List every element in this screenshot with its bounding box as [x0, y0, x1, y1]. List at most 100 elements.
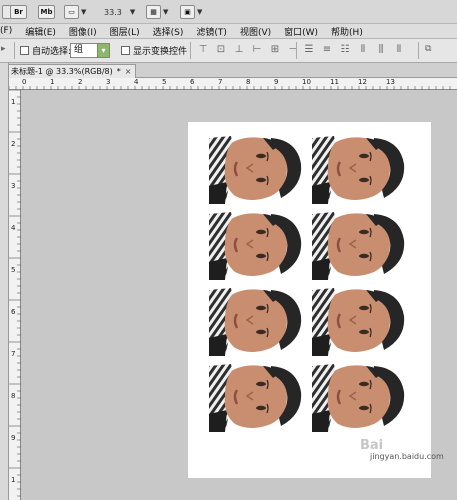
- bridge-label: Br: [14, 8, 23, 16]
- tool-preset-icon[interactable]: ▸: [1, 44, 6, 54]
- menu-select[interactable]: 选择(S): [146, 25, 190, 38]
- show-transform-checkbox[interactable]: [121, 46, 130, 55]
- auto-select-dropdown[interactable]: 组 ▾: [70, 43, 110, 58]
- portrait-image: [209, 210, 304, 280]
- portrait-image: [312, 286, 407, 356]
- auto-select-label: 自动选择:: [32, 47, 72, 57]
- horizontal-ruler[interactable]: 0 1 2 3 4 5 6 7 8 9 10 11 12 13: [9, 78, 457, 90]
- ruler-h-label: 5: [162, 78, 167, 86]
- ruler-h-label: 4: [134, 78, 139, 86]
- portrait-image: [209, 134, 304, 204]
- ruler-v-label: 5: [11, 266, 16, 274]
- ruler-v-label: 3: [11, 182, 16, 190]
- menu-view[interactable]: 视图(V): [233, 25, 277, 38]
- ruler-v-label: 7: [11, 350, 16, 358]
- menu-edit[interactable]: 编辑(E): [18, 25, 62, 38]
- align-left-icon[interactable]: ⊢: [250, 43, 264, 57]
- ruler-v-label: 2: [11, 140, 16, 148]
- menu-layer[interactable]: 图层(L): [103, 25, 146, 38]
- id-photo[interactable]: [312, 210, 407, 280]
- divider: [296, 42, 297, 59]
- divider: [190, 42, 191, 59]
- screen-mode-icon: ▣: [180, 5, 195, 19]
- divider: [14, 42, 15, 59]
- application-bar: Br Mb ▭ ▼ 33.3 ▼ ▦ ▼ ▣ ▼: [0, 0, 457, 24]
- menu-filter[interactable]: 滤镜(T): [189, 25, 233, 38]
- distribute-bottom-icon[interactable]: ☷: [338, 43, 352, 57]
- document-canvas[interactable]: [188, 122, 431, 478]
- distribute-hcenter-icon[interactable]: ⫼: [374, 43, 388, 57]
- menu-window[interactable]: 窗口(W): [277, 25, 324, 38]
- id-photo[interactable]: [209, 362, 304, 432]
- auto-select-value: 组: [74, 45, 84, 55]
- ruler-h-label: 7: [218, 78, 223, 86]
- id-photo[interactable]: [312, 286, 407, 356]
- view-extras-group[interactable]: ▭ ▼: [64, 4, 86, 20]
- ruler-h-label: 10: [302, 78, 311, 86]
- chevron-down-icon: ▼: [81, 8, 87, 16]
- align-bottom-icon[interactable]: ⊥: [232, 43, 246, 57]
- arrange-documents-group[interactable]: ▦ ▼: [146, 4, 168, 20]
- zoom-value: 33.3: [104, 7, 122, 17]
- align-top-icon[interactable]: ⊤: [196, 43, 210, 57]
- chevron-down-icon: ▼: [163, 8, 169, 16]
- id-photo[interactable]: [209, 134, 304, 204]
- portrait-image: [209, 286, 304, 356]
- distribute-left-icon[interactable]: ⫴: [356, 43, 370, 57]
- id-photo[interactable]: [209, 286, 304, 356]
- ruler-h-label: 3: [106, 78, 111, 86]
- ruler-h-label: 6: [190, 78, 195, 86]
- watermark: Bai jingyan.baidu.com: [360, 438, 444, 461]
- distribute-right-icon[interactable]: ⦀: [392, 43, 406, 57]
- align-right-icon[interactable]: ⊣: [286, 43, 300, 57]
- ruler-v-label: 4: [11, 224, 16, 232]
- id-photo[interactable]: [312, 362, 407, 432]
- bridge-group: Br: [10, 4, 27, 20]
- bridge-button[interactable]: Br: [10, 5, 27, 19]
- ruler-h-label: 12: [358, 78, 367, 86]
- vertical-ruler[interactable]: 1 2 3 4 5 6 7 8 9 1: [9, 90, 21, 500]
- show-transform-option: 显示变换控件: [121, 44, 187, 57]
- arrange-documents-icon: ▦: [146, 5, 161, 19]
- ruler-v-label: 8: [11, 392, 16, 400]
- id-photo[interactable]: [312, 134, 407, 204]
- distribute-vcenter-icon[interactable]: ≡: [320, 43, 334, 57]
- menu-image[interactable]: 图像(I): [62, 25, 103, 38]
- ruler-h-label: 1: [50, 78, 55, 86]
- minibridge-group: Mb: [38, 4, 55, 20]
- ruler-h-label: 0: [22, 78, 27, 86]
- id-photo[interactable]: [209, 210, 304, 280]
- portrait-image: [209, 362, 304, 432]
- mini-bridge-button[interactable]: Mb: [38, 5, 55, 19]
- close-icon[interactable]: ×: [125, 65, 132, 78]
- screen-mode-group[interactable]: ▣ ▼: [180, 4, 202, 20]
- modified-mark: *: [116, 67, 121, 76]
- zoom-level-group[interactable]: 33.3 ▼: [104, 4, 135, 20]
- tools-panel-edge[interactable]: [0, 63, 9, 500]
- ruler-v-label: 1: [11, 476, 16, 484]
- ruler-h-label: 9: [274, 78, 279, 86]
- view-extras-icon: ▭: [64, 5, 79, 19]
- ruler-h-label: 13: [386, 78, 395, 86]
- mini-bridge-label: Mb: [40, 8, 53, 16]
- watermark-logo: Bai: [360, 438, 384, 453]
- align-hcenter-icon[interactable]: ⊞: [268, 43, 282, 57]
- align-vcenter-icon[interactable]: ⊡: [214, 43, 228, 57]
- document-tab-bar: 未标题-1 @ 33.3%(RGB/8) * ×: [0, 63, 457, 78]
- ruler-h-label: 11: [330, 78, 339, 86]
- ruler-v-label: 1: [11, 98, 16, 106]
- auto-align-icon[interactable]: ⧉: [425, 44, 431, 54]
- divider: [418, 42, 419, 59]
- auto-select-option: 自动选择:: [20, 44, 71, 57]
- menu-help[interactable]: 帮助(H): [324, 25, 369, 38]
- ruler-v-label: 9: [11, 434, 16, 442]
- auto-select-checkbox[interactable]: [20, 46, 29, 55]
- portrait-image: [312, 210, 407, 280]
- menu-file[interactable]: (F): [0, 26, 18, 36]
- distribute-top-icon[interactable]: ☰: [302, 43, 316, 57]
- chevron-down-icon: ▾: [97, 43, 110, 58]
- ruler-v-label: 6: [11, 308, 16, 316]
- document-tab[interactable]: 未标题-1 @ 33.3%(RGB/8) * ×: [6, 64, 137, 78]
- menu-bar: (F) 编辑(E) 图像(I) 图层(L) 选择(S) 滤镜(T) 视图(V) …: [0, 24, 457, 39]
- distribute-buttons: ☰ ≡ ☷ ⫴ ⫼ ⦀: [302, 43, 406, 57]
